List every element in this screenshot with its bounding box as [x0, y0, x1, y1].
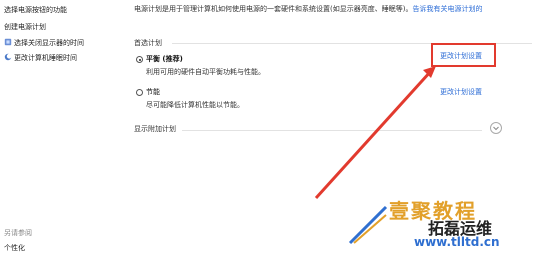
watermark-url: www.tlltd.cn: [414, 235, 500, 249]
watermark-logo: 壹聚教程 拓磊运维 www.tlltd.cn: [348, 195, 534, 255]
brush-stroke-icon: [348, 205, 388, 245]
